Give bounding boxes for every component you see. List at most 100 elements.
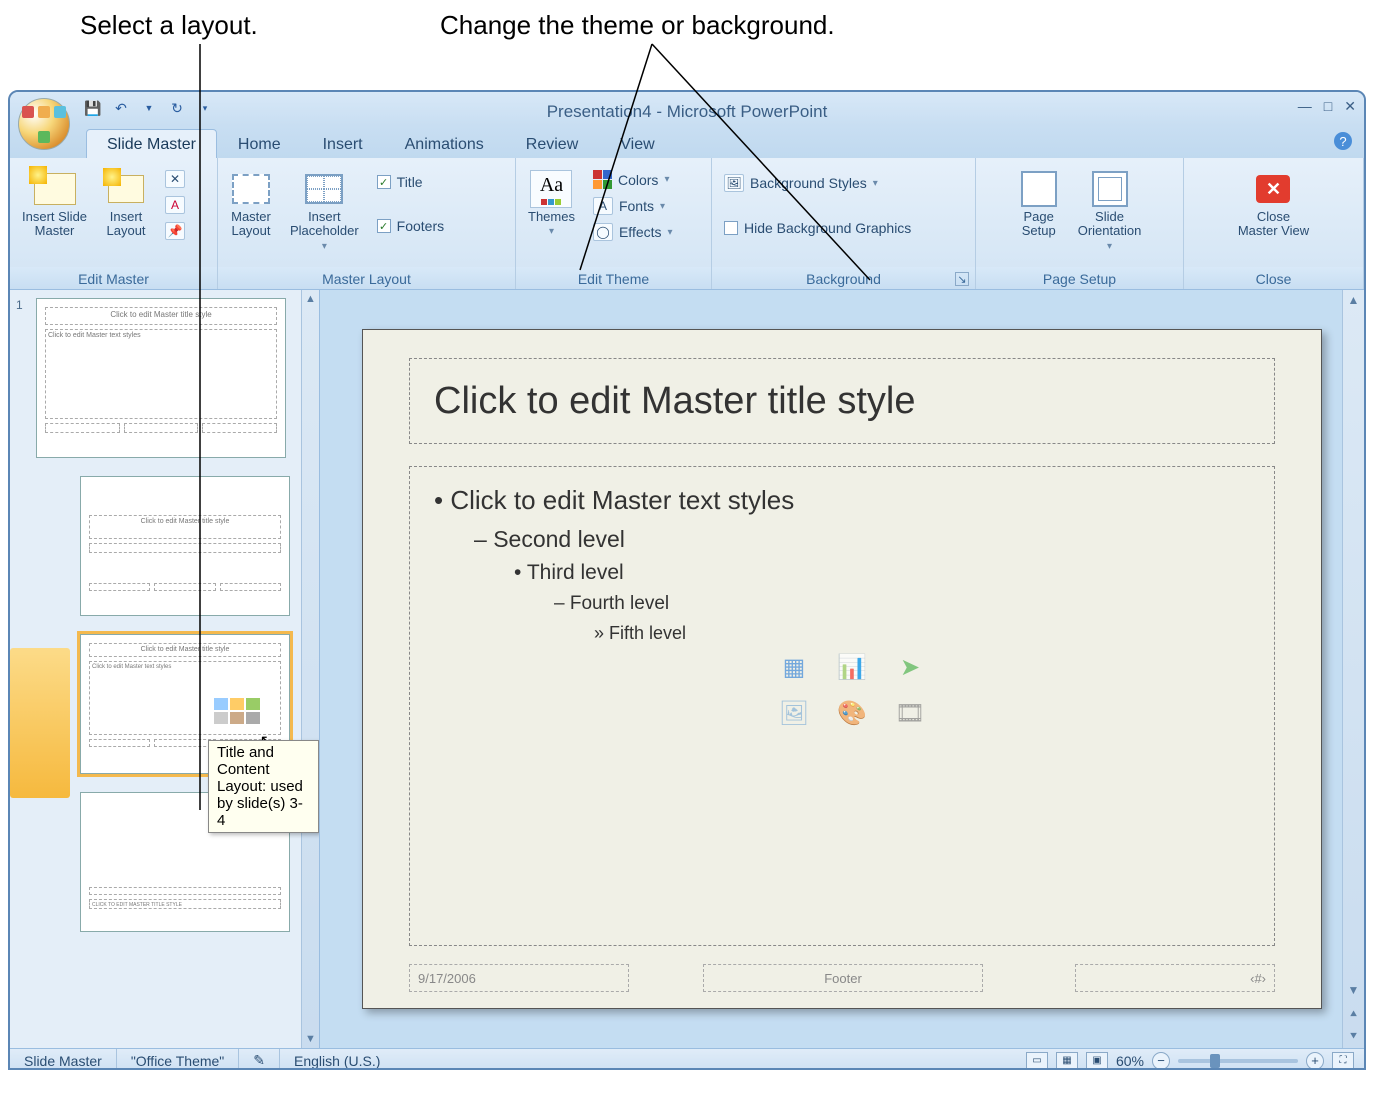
- qat-customize-icon[interactable]: ▾: [194, 97, 216, 119]
- title-checkbox[interactable]: ✓Title: [371, 172, 450, 192]
- minimize-button[interactable]: —: [1298, 98, 1312, 115]
- insert-chart-icon[interactable]: 📊: [828, 647, 876, 687]
- group-close: ✕ Close Master View Close: [1184, 158, 1364, 289]
- office-button[interactable]: [18, 98, 70, 150]
- zoom-slider-thumb[interactable]: [1210, 1054, 1220, 1068]
- insert-layout-button[interactable]: Insert Layout: [99, 166, 153, 243]
- thumbnail-scrollbar[interactable]: ▲ ▼: [301, 290, 319, 1048]
- group-label-background: Background↘: [712, 267, 975, 289]
- scroll-down-icon[interactable]: ▼: [1343, 980, 1364, 1000]
- effects-button[interactable]: ◯ Effects: [587, 221, 679, 243]
- slide-orientation-icon: [1089, 170, 1131, 208]
- quick-access-toolbar: 💾 ↶ ▼ ↻ ▾: [82, 97, 216, 119]
- themes-button[interactable]: Aa Themes: [522, 166, 581, 241]
- date-placeholder[interactable]: 9/17/2006: [409, 964, 629, 992]
- footers-checkbox[interactable]: ✓Footers: [371, 216, 450, 236]
- workspace: 1 Click to edit Master title style Click…: [10, 290, 1364, 1048]
- thumbnail-slide-master[interactable]: Click to edit Master title style Click t…: [36, 298, 286, 458]
- redo-icon[interactable]: ↻: [166, 97, 188, 119]
- tab-animations[interactable]: Animations: [384, 129, 505, 158]
- qat-caret-icon[interactable]: ▼: [138, 97, 160, 119]
- next-slide-icon[interactable]: ⯆: [1343, 1026, 1364, 1046]
- group-edit-master: Insert Slide Master Insert Layout ✕ A 📌 …: [10, 158, 218, 289]
- tab-home[interactable]: Home: [217, 129, 302, 158]
- zoom-fit-button[interactable]: ⛶: [1332, 1052, 1354, 1070]
- slide-vertical-scrollbar[interactable]: ▲ ▼ ⯅ ⯆: [1342, 290, 1364, 1048]
- close-master-view-button[interactable]: ✕ Close Master View: [1232, 166, 1315, 243]
- ribbon-tabs: Slide Master Home Insert Animations Revi…: [10, 126, 1364, 158]
- zoom-slider[interactable]: [1178, 1059, 1298, 1063]
- thumbnail-number: 1: [16, 298, 23, 312]
- content-insert-icons: ▦ 📊 ➤ 🖼 🎨 🎞: [770, 647, 938, 733]
- fonts-button[interactable]: A Fonts: [587, 195, 679, 217]
- slide-number-placeholder[interactable]: ‹#›: [1075, 964, 1275, 992]
- rename-icon: A: [165, 196, 185, 214]
- app-window: 💾 ↶ ▼ ↻ ▾ Presentation4 - Microsoft Powe…: [8, 90, 1366, 1070]
- insert-slide-master-button[interactable]: Insert Slide Master: [16, 166, 93, 243]
- slide-orientation-button[interactable]: Slide Orientation: [1072, 166, 1148, 256]
- footer-placeholder[interactable]: Footer: [703, 964, 983, 992]
- insert-table-icon[interactable]: ▦: [770, 647, 818, 687]
- body-placeholder[interactable]: Click to edit Master text styles Second …: [409, 466, 1275, 946]
- checkbox-icon: ✓: [377, 175, 391, 189]
- insert-placeholder-button[interactable]: Insert Placeholder: [284, 166, 365, 256]
- tab-insert[interactable]: Insert: [302, 129, 384, 158]
- prev-slide-icon[interactable]: ⯅: [1343, 1004, 1364, 1024]
- scroll-down-icon[interactable]: ▼: [302, 1030, 319, 1048]
- rename-button[interactable]: A: [159, 194, 191, 216]
- insert-picture-icon[interactable]: 🖼: [770, 693, 818, 733]
- master-layout-icon: [230, 170, 272, 208]
- tab-slide-master[interactable]: Slide Master: [86, 129, 217, 158]
- titlebar: 💾 ↶ ▼ ↻ ▾ Presentation4 - Microsoft Powe…: [10, 92, 1364, 126]
- thumbnail-layout-1[interactable]: Click to edit Master title style: [80, 476, 290, 616]
- master-layout-button[interactable]: Master Layout: [224, 166, 278, 243]
- title-placeholder[interactable]: Click to edit Master title style: [409, 358, 1275, 444]
- fonts-icon: A: [593, 197, 613, 215]
- colors-button[interactable]: Colors: [587, 168, 679, 191]
- thumbnail-pane: 1 Click to edit Master title style Click…: [10, 290, 320, 1048]
- background-styles-icon: 🖼: [724, 174, 744, 192]
- maximize-button[interactable]: □: [1324, 98, 1332, 115]
- close-window-button[interactable]: ✕: [1344, 98, 1356, 115]
- status-spellcheck[interactable]: ✎: [239, 1049, 280, 1070]
- group-label-master-layout: Master Layout: [218, 267, 515, 289]
- checkbox-icon: ✓: [377, 219, 391, 233]
- status-language[interactable]: English (U.S.): [280, 1049, 394, 1070]
- themes-icon: Aa: [530, 170, 572, 208]
- slide-editor-pane: Click to edit Master title style Click t…: [320, 290, 1364, 1048]
- group-master-layout: Master Layout Insert Placeholder ✓Title …: [218, 158, 516, 289]
- preserve-icon: 📌: [165, 222, 185, 240]
- preserve-button[interactable]: 📌: [159, 220, 191, 242]
- group-label-edit-theme: Edit Theme: [516, 267, 711, 289]
- hide-background-graphics-checkbox[interactable]: Hide Background Graphics: [718, 218, 917, 238]
- page-setup-button[interactable]: Page Setup: [1012, 166, 1066, 243]
- status-mode: Slide Master: [10, 1049, 117, 1070]
- dialog-launcher-icon[interactable]: ↘: [955, 272, 969, 286]
- slide-canvas[interactable]: Click to edit Master title style Click t…: [362, 329, 1322, 1009]
- tab-view[interactable]: View: [599, 129, 675, 158]
- scroll-up-icon[interactable]: ▲: [1343, 290, 1364, 310]
- view-normal-button[interactable]: ▭: [1026, 1052, 1048, 1070]
- insert-clipart-icon[interactable]: 🎨: [828, 693, 876, 733]
- scroll-up-icon[interactable]: ▲: [302, 290, 319, 308]
- group-label-close: Close: [1184, 267, 1363, 289]
- effects-icon: ◯: [593, 223, 613, 241]
- undo-icon[interactable]: ↶: [110, 97, 132, 119]
- insert-smartart-icon[interactable]: ➤: [886, 647, 934, 687]
- save-icon[interactable]: 💾: [82, 97, 104, 119]
- delete-icon: ✕: [165, 170, 185, 188]
- insert-media-icon[interactable]: 🎞: [886, 693, 934, 733]
- annotation-callouts: Select a layout. Change the theme or bac…: [0, 0, 1375, 90]
- help-icon[interactable]: ?: [1334, 132, 1352, 150]
- zoom-percent[interactable]: 60%: [1116, 1053, 1144, 1069]
- thumbnail-selection-highlight: [10, 648, 70, 798]
- delete-button[interactable]: ✕: [159, 168, 191, 190]
- checkbox-icon: [724, 221, 738, 235]
- zoom-in-button[interactable]: +: [1306, 1052, 1324, 1070]
- tab-review[interactable]: Review: [505, 129, 599, 158]
- zoom-out-button[interactable]: −: [1152, 1052, 1170, 1070]
- callout-change-theme: Change the theme or background.: [440, 10, 835, 41]
- view-sorter-button[interactable]: ▦: [1056, 1052, 1078, 1070]
- background-styles-button[interactable]: 🖼 Background Styles: [718, 172, 917, 194]
- view-slideshow-button[interactable]: ▣: [1086, 1052, 1108, 1070]
